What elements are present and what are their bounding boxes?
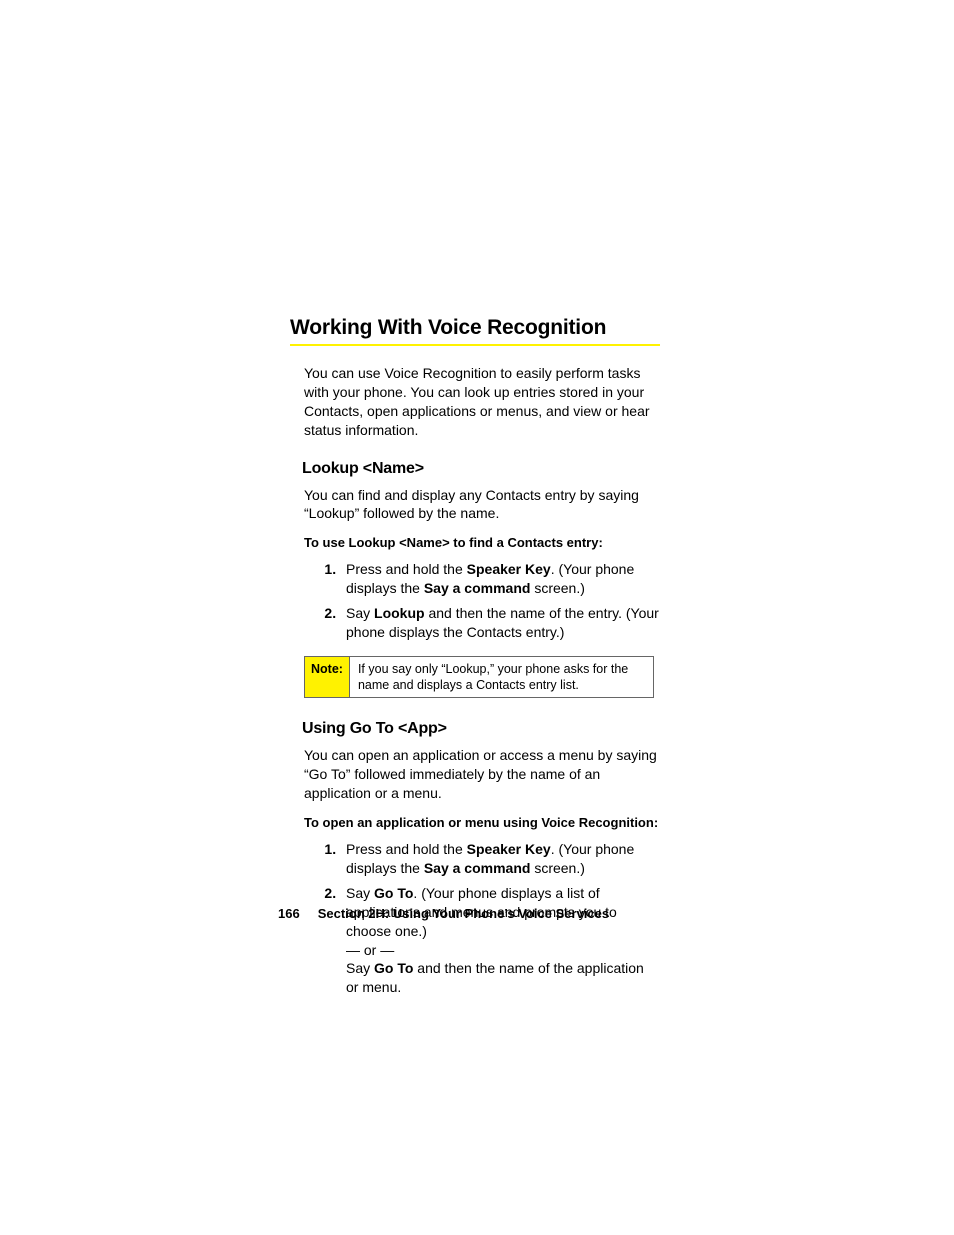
say-a-command-label: Say a command: [424, 580, 531, 596]
section2-step-2: Say Go To. (Your phone displays a list o…: [340, 884, 660, 997]
intro-paragraph: You can use Voice Recognition to easily …: [304, 364, 660, 440]
text: screen.): [530, 860, 584, 876]
text: Say: [346, 605, 374, 621]
title-underline: [290, 344, 660, 346]
page-title: Working With Voice Recognition: [290, 316, 660, 340]
goto-command-label: Go To: [374, 960, 413, 976]
speaker-key-label: Speaker Key: [467, 841, 551, 857]
note-box: Note: If you say only “Lookup,” your pho…: [304, 656, 654, 699]
section1-body: You can find and display any Contacts en…: [304, 486, 660, 524]
lookup-command-label: Lookup: [374, 605, 425, 621]
section1-instruction-title: To use Lookup <Name> to find a Contacts …: [304, 535, 660, 550]
text: Say: [346, 960, 374, 976]
section1-step-2: Say Lookup and then the name of the entr…: [340, 604, 660, 642]
section1-steps: Press and hold the Speaker Key. (Your ph…: [320, 560, 660, 642]
section2-step-1: Press and hold the Speaker Key. (Your ph…: [340, 840, 660, 878]
speaker-key-label: Speaker Key: [467, 561, 551, 577]
page-footer: 166 Section 2H: Using Your Phone’s Voice …: [278, 906, 609, 921]
section-heading-lookup: Lookup <Name>: [302, 460, 660, 478]
text: Press and hold the: [346, 841, 467, 857]
goto-command-label: Go To: [374, 885, 413, 901]
document-page: Working With Voice Recognition You can u…: [0, 0, 954, 1235]
section2-body: You can open an application or access a …: [304, 746, 660, 803]
section-heading-goto: Using Go To <App>: [302, 720, 660, 738]
or-separator: — or —: [346, 942, 394, 958]
page-number: 166: [278, 906, 300, 921]
text: Press and hold the: [346, 561, 467, 577]
section2-instruction-title: To open an application or menu using Voi…: [304, 815, 660, 830]
note-body: If you say only “Lookup,” your phone ask…: [350, 657, 653, 698]
text: screen.): [530, 580, 584, 596]
text: Say: [346, 885, 374, 901]
note-label: Note:: [305, 657, 350, 698]
section1-step-1: Press and hold the Speaker Key. (Your ph…: [340, 560, 660, 598]
say-a-command-label: Say a command: [424, 860, 531, 876]
footer-section-label: Section 2H: Using Your Phone’s Voice Ser…: [318, 906, 609, 921]
